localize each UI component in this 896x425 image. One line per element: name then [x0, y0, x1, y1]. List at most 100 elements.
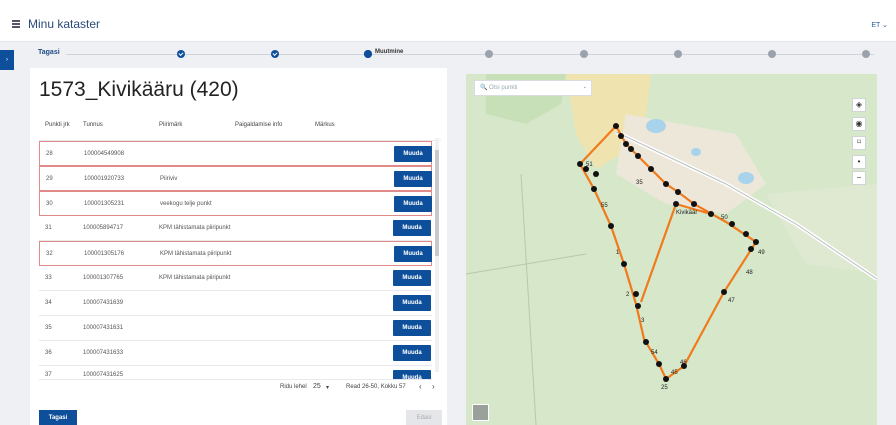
app-title[interactable]: Minu kataster [28, 17, 100, 31]
boundary-point [663, 181, 669, 187]
point-label: 50 [721, 215, 728, 221]
edit-button[interactable]: Muuda [394, 171, 432, 187]
boundary-point [691, 201, 697, 207]
basemap-switcher[interactable] [472, 404, 489, 421]
point-label: 51 [586, 162, 593, 168]
row-jrk: 32 [46, 251, 53, 257]
edit-button[interactable]: Muuda [393, 220, 431, 236]
boundary-point [656, 361, 662, 367]
point-search-input[interactable]: 🔍 Otsi punkti ⌄ [474, 80, 592, 96]
step-pending-icon [485, 50, 493, 58]
point-label: 3 [641, 318, 645, 324]
step-done-icon [271, 50, 279, 58]
boundary-point [675, 189, 681, 195]
boundary-point [633, 291, 639, 297]
boundary-point [721, 289, 727, 295]
search-icon: 🔍 [480, 85, 488, 91]
row-tunnus: 100001920733 [84, 176, 125, 182]
table-row[interactable]: 29 100001920733 Piiriviv Muuda [39, 166, 432, 191]
edit-button[interactable]: Muuda [393, 320, 431, 336]
point-label: 55 [601, 203, 608, 209]
map-canvas[interactable]: 51 55 1 2 3 54 46 45 25 47 48 49 50 Kivi… [466, 74, 877, 425]
step-pending-icon [768, 50, 776, 58]
column-header[interactable]: Paigaldamise info [235, 122, 282, 128]
back-button[interactable]: Tagasi [39, 410, 77, 425]
row-tunnus: 100001307765 [83, 275, 124, 281]
table-row[interactable]: 34 100007431639 Muuda [39, 291, 432, 316]
boundary-point [663, 376, 669, 382]
row-jrk: 30 [46, 201, 53, 207]
column-header[interactable]: Piirimärk [159, 122, 182, 128]
scrollbar-thumb[interactable] [435, 150, 439, 256]
search-placeholder: Otsi punkti [489, 85, 518, 91]
edit-button[interactable]: Muuda [394, 196, 432, 212]
table-row[interactable]: 31 100005894717 KPM tähistamata piiripun… [39, 216, 432, 241]
column-header[interactable]: Punkti jrk [45, 122, 70, 128]
row-tunnus: 100005894717 [83, 225, 124, 231]
row-jrk: 33 [45, 275, 52, 281]
progress-stepper: Tagasi Muutmine [26, 45, 886, 63]
boundary-point [748, 246, 754, 252]
table-row[interactable]: 35 100007431631 Muuda [39, 316, 432, 341]
zoom-out-button[interactable]: − [852, 171, 866, 185]
table-scrollbar[interactable] [435, 138, 439, 372]
rows-per-page-select[interactable]: 25 [313, 383, 321, 390]
edit-button[interactable]: Muuda [394, 246, 432, 262]
open-area [766, 184, 877, 274]
pond [738, 172, 754, 184]
locate-icon[interactable]: ◉ [852, 117, 866, 131]
table-row[interactable]: 30 100001305231 veekogu telje punkt Muud… [39, 191, 432, 216]
point-label: 49 [758, 250, 765, 256]
column-header[interactable]: Tunnus [83, 122, 103, 128]
chevron-down-icon[interactable]: ▾ [326, 384, 329, 391]
row-piirimark: KPM tähistamata piiripunkt [160, 251, 232, 257]
table-row[interactable]: 33 100001307765 KPM tähistamata piiripun… [39, 266, 432, 291]
step-done-icon [177, 50, 185, 58]
boundary-point [673, 201, 679, 207]
boundary-point [648, 166, 654, 172]
step-active-label: Muutmine [375, 49, 404, 55]
chevron-down-icon[interactable]: ⌄ [583, 84, 587, 90]
edit-button[interactable]: Muuda [393, 270, 431, 286]
next-page-icon[interactable]: › [432, 382, 435, 391]
edit-button[interactable]: Muuda [394, 146, 432, 162]
boundary-point [613, 123, 619, 129]
boundary-point [577, 161, 583, 167]
rows-per-page-label: Ridu lehel [280, 384, 307, 390]
table-row[interactable]: 36 100007431633 Muuda [39, 341, 432, 366]
boundary-point [628, 146, 634, 152]
edit-button[interactable]: Muuda [393, 295, 431, 311]
table-row[interactable]: 28 100004549908 Muuda [39, 141, 432, 166]
zoom-in-button[interactable]: • [852, 155, 866, 169]
language-selector[interactable]: ET ⌄ [871, 21, 888, 29]
measure-icon[interactable]: ⌑ [852, 136, 866, 150]
row-jrk: 31 [45, 225, 52, 231]
row-tunnus: 100001305231 [84, 201, 125, 207]
boundary-point [643, 339, 649, 345]
side-panel-toggle[interactable]: › [0, 50, 14, 70]
row-jrk: 28 [46, 151, 53, 157]
pond [691, 148, 701, 156]
point-label: 45 [671, 370, 678, 376]
edit-button[interactable]: Muuda [393, 345, 431, 361]
step-pending-icon [580, 50, 588, 58]
prev-page-icon[interactable]: ‹ [419, 382, 422, 391]
row-piirimark: KPM tähistamata piiripunkt [159, 275, 231, 281]
boundary-point [635, 303, 641, 309]
boundary-point [593, 171, 599, 177]
stepper-line [66, 54, 874, 55]
point-label: 25 [661, 385, 668, 391]
layers-icon[interactable]: ◈ [852, 98, 866, 112]
hamburger-menu-icon[interactable] [12, 20, 20, 28]
table-row[interactable]: 32 100001305176 KPM tähistamata piiripun… [39, 241, 432, 266]
next-button[interactable]: Edasi [406, 410, 442, 425]
boundary-point [608, 223, 614, 229]
stepper-back-link[interactable]: Tagasi [38, 49, 60, 56]
row-tunnus: 100007431633 [83, 350, 124, 356]
page-title: 1573_Kivikääru (420) [39, 78, 239, 101]
column-header[interactable]: Märkus [315, 122, 335, 128]
village-area [616, 114, 766, 214]
cadastral-map[interactable]: 51 55 1 2 3 54 46 45 25 47 48 49 50 Kivi… [466, 74, 877, 425]
point-label: Kivikäär [676, 210, 697, 216]
boundary-point [621, 261, 627, 267]
